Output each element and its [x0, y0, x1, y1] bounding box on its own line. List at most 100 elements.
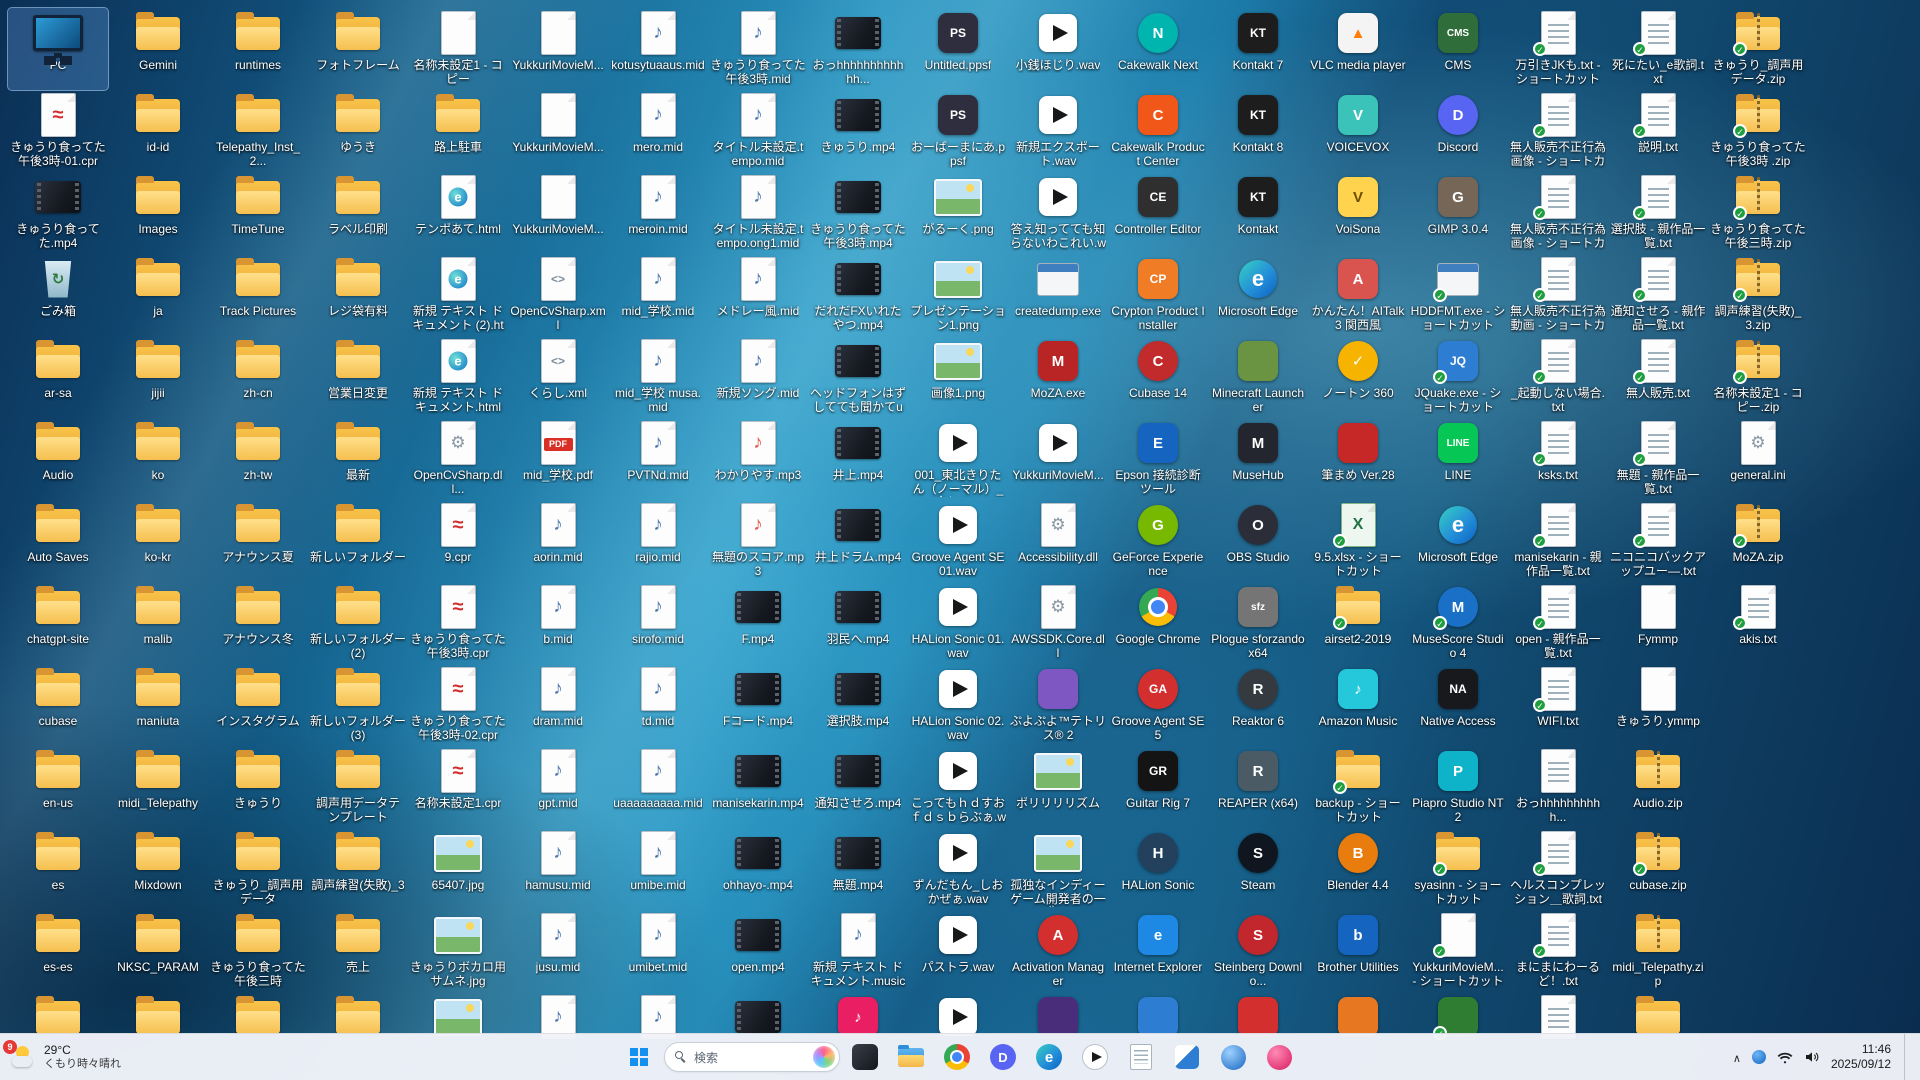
desktop-icon[interactable]: createdump.exe [1008, 254, 1108, 336]
desktop-icon[interactable]: jijii [108, 336, 208, 418]
desktop-icon[interactable]: b.mid [508, 582, 608, 664]
desktop-icon[interactable]: chatgpt-site [8, 582, 108, 664]
desktop-icon[interactable]: cubase [8, 664, 108, 746]
desktop-icon[interactable]: 画像1.png [908, 336, 1008, 418]
desktop-icon[interactable]: 名称未設定1.cpr [408, 746, 508, 828]
desktop-icon[interactable]: 井上ドラム.mp4 [808, 500, 908, 582]
desktop-icon[interactable]: ✓ 万引きJKも.txt - ショートカット [1508, 8, 1608, 90]
desktop-icon[interactable]: GR Guitar Rig 7 [1108, 746, 1208, 828]
desktop-icon[interactable]: 65407.jpg [408, 828, 508, 910]
desktop-icon[interactable]: open.mp4 [708, 910, 808, 992]
desktop-icon[interactable]: M ✓ MuseScore Studio 4 [1408, 582, 1508, 664]
desktop-icon[interactable]: PC [7, 7, 109, 91]
taskbar-app-blue-doc[interactable] [1166, 1036, 1208, 1078]
search-box[interactable]: 検索 [664, 1042, 840, 1072]
desktop-icon[interactable]: umibe.mid [608, 828, 708, 910]
desktop-icon[interactable]: 無題.mp4 [808, 828, 908, 910]
desktop-icon[interactable]: M MoZA.exe [1008, 336, 1108, 418]
desktop-icon[interactable]: meroin.mid [608, 172, 708, 254]
desktop-icon[interactable]: kotusytuaaus.mid [608, 8, 708, 90]
desktop-icon[interactable]: F.mp4 [708, 582, 808, 664]
desktop-icon[interactable]: Track Pictures [208, 254, 308, 336]
desktop-icon[interactable]: きゅうり.mp4 [808, 90, 908, 172]
desktop-icon[interactable]: KT Kontakt 7 [1208, 8, 1308, 90]
desktop-icon[interactable]: おっhhhhhhhhhhhh... [808, 8, 908, 90]
desktop-icon[interactable]: ✓ syasinn - ショートカット [1408, 828, 1508, 910]
desktop-icon[interactable]: Microsoft Edge [1208, 254, 1308, 336]
desktop-icon[interactable]: レジ袋有料 [308, 254, 408, 336]
desktop-icon[interactable]: mero.mid [608, 90, 708, 172]
taskbar-chrome[interactable] [936, 1036, 978, 1078]
desktop-icon[interactable]: ▲ VLC media player [1308, 8, 1408, 90]
desktop-icon[interactable]: 001_東北きりたん（ノーマル）_今しゃ... [908, 418, 1008, 500]
desktop-icon[interactable]: NA Native Access [1408, 664, 1508, 746]
desktop-icon[interactable]: ✓ cubase.zip [1608, 828, 1708, 910]
desktop-icon[interactable]: こってもｈｄすおｆｄｓｂらぶぁ.wav [908, 746, 1008, 828]
desktop-icon[interactable]: OpenCvSharp.dll... [408, 418, 508, 500]
desktop-icon[interactable]: Groove Agent SE 01.wav [908, 500, 1008, 582]
desktop-icon[interactable]: ar-sa [8, 336, 108, 418]
desktop-icon[interactable]: Telepathy_Inst_2... [208, 90, 308, 172]
desktop-icon[interactable]: 最新 [308, 418, 408, 500]
desktop-icon[interactable]: GA Groove Agent SE 5 [1108, 664, 1208, 746]
desktop-icon[interactable]: td.mid [608, 664, 708, 746]
desktop-icon[interactable]: G GIMP 3.0.4 [1408, 172, 1508, 254]
desktop-icon[interactable]: アナウンス夏 [208, 500, 308, 582]
desktop-icon[interactable]: es [8, 828, 108, 910]
desktop-icon[interactable]: YukkuriMovieM... [508, 8, 608, 90]
desktop-icon[interactable]: タイトル未設定.tempo.ong1.mid [708, 172, 808, 254]
desktop-icon[interactable]: e Internet Explorer [1108, 910, 1208, 992]
desktop-icon[interactable]: ✓ 死にたい_e歌詞.txt [1608, 8, 1708, 90]
desktop-icon[interactable]: パストラ.wav [908, 910, 1008, 992]
desktop-icon[interactable]: PS Untitled.ppsf [908, 8, 1008, 90]
desktop-icon[interactable]: 小銭ほじり.wav [1008, 8, 1108, 90]
desktop-icon[interactable]: M MuseHub [1208, 418, 1308, 500]
desktop-icon[interactable]: ✓ MoZA.zip [1708, 500, 1808, 582]
desktop-icon[interactable]: HALion Sonic 02.wav [908, 664, 1008, 746]
desktop-icon[interactable]: フォトフレーム [308, 8, 408, 90]
taskbar-app-blue-sphere[interactable] [1212, 1036, 1254, 1078]
desktop-icon[interactable]: ラベル印刷 [308, 172, 408, 254]
desktop-icon[interactable]: テンポあて.html [408, 172, 508, 254]
desktop-icon[interactable]: maniuta [108, 664, 208, 746]
desktop-icon[interactable]: O OBS Studio [1208, 500, 1308, 582]
desktop-icon[interactable]: 無題のスコア.mp3 [708, 500, 808, 582]
desktop-icon[interactable]: H HALion Sonic [1108, 828, 1208, 910]
desktop-icon[interactable]: sfz Plogue sforzando x64 [1208, 582, 1308, 664]
desktop-icon[interactable]: きゅうりボカロ用サムネ.jpg [408, 910, 508, 992]
desktop-icon[interactable]: Auto Saves [8, 500, 108, 582]
desktop-icon[interactable]: きゅうり [208, 746, 308, 828]
taskbar-notepad[interactable] [1120, 1036, 1162, 1078]
tray-status-icon[interactable] [1751, 1050, 1766, 1064]
desktop-icon[interactable]: TimeTune [208, 172, 308, 254]
desktop-icon[interactable]: Fymmp [1608, 582, 1708, 664]
desktop-icon[interactable]: N Cakewalk Next [1108, 8, 1208, 90]
desktop-icon[interactable]: わかりやす.mp3 [708, 418, 808, 500]
taskbar-app-pink[interactable] [1258, 1036, 1300, 1078]
desktop-icon[interactable]: CMS CMS [1408, 8, 1508, 90]
desktop-icon[interactable]: B Blender 4.4 [1308, 828, 1408, 910]
desktop-icon[interactable]: 新規 テキスト ドキュメント (2).html [408, 254, 508, 336]
desktop-icon[interactable]: 売上 [308, 910, 408, 992]
desktop-icon[interactable]: ぷよぷよ™テトリス® 2 [1008, 664, 1108, 746]
desktop-icon[interactable]: P Piapro Studio NT2 [1408, 746, 1508, 828]
desktop-icon[interactable]: Audio [8, 418, 108, 500]
desktop-icon[interactable]: 新しいフォルダー (3) [308, 664, 408, 746]
desktop-icon[interactable]: ヘッドフォンはずしてても聞かてum4 [808, 336, 908, 418]
desktop-icon[interactable]: ✓ 無人販売不正行為画像 - ショートカッ... [1508, 90, 1608, 172]
desktop-icon[interactable]: 新しいフォルダー [308, 500, 408, 582]
desktop-icon[interactable]: NKSC_PARAM [108, 910, 208, 992]
desktop-icon[interactable]: ✓ 9.5.xlsx - ショートカット [1308, 500, 1408, 582]
desktop-icon[interactable]: ✓ 無題 - 親作品一覧.txt [1608, 418, 1708, 500]
taskbar-app-dark[interactable] [844, 1036, 886, 1078]
desktop-icon[interactable]: 名称未設定1 - コピー [408, 8, 508, 90]
desktop-icon[interactable]: YukkuriMovieM... [1008, 418, 1108, 500]
desktop-icon[interactable]: きゅうり.ymmp [1608, 664, 1708, 746]
desktop-icon[interactable]: dram.mid [508, 664, 608, 746]
wifi-icon[interactable] [1777, 1049, 1793, 1065]
desktop-icon[interactable]: ✓ ヘルスコンプレッション＿歌詞.txt [1508, 828, 1608, 910]
weather-widget[interactable]: 9 29°C くもり時々晴れ [3, 1034, 121, 1080]
desktop-icon[interactable]: YukkuriMovieM... [508, 90, 608, 172]
desktop-icon[interactable]: ✓ 選択肢 - 親作品一覧.txt [1608, 172, 1708, 254]
desktop-icon[interactable]: ✓ ksks.txt [1508, 418, 1608, 500]
